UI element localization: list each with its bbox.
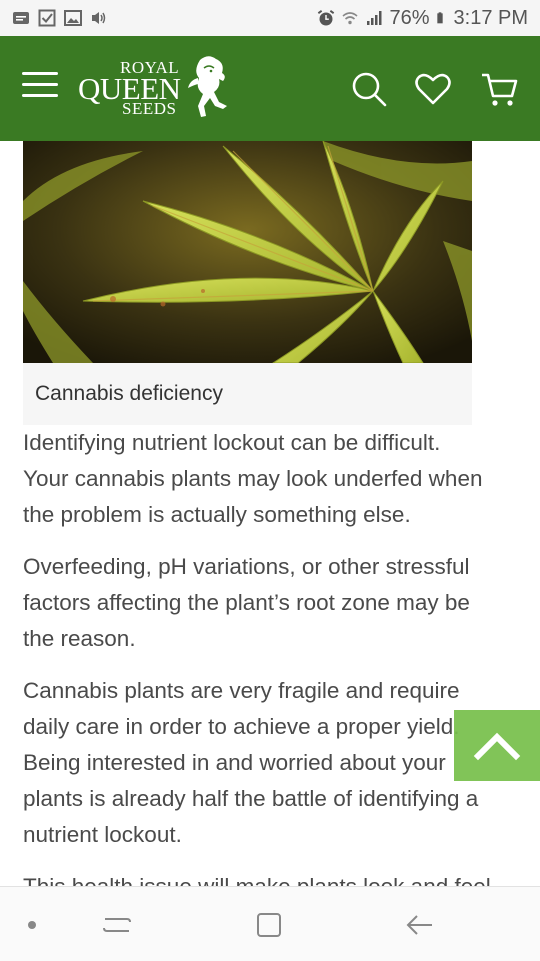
dot-icon[interactable] bbox=[12, 905, 52, 945]
paragraph-line: Identifying nutrient lockout can be diff… bbox=[23, 430, 441, 455]
battery-icon bbox=[436, 12, 443, 24]
menu-icon[interactable] bbox=[22, 70, 58, 100]
search-icon[interactable] bbox=[350, 70, 388, 108]
signal-icon bbox=[367, 11, 382, 25]
cannabis-leaf-image bbox=[23, 141, 472, 363]
paragraph-line: the reason. bbox=[23, 626, 136, 651]
scroll-to-top-button[interactable] bbox=[454, 710, 540, 781]
lion-icon bbox=[188, 56, 227, 117]
paragraph-line: This health issue will make plants look … bbox=[23, 874, 491, 886]
paragraph-1: Identifying nutrient lockout can be diff… bbox=[23, 425, 523, 533]
system-nav-bar bbox=[0, 886, 540, 961]
paragraph-line: factors affecting the plant’s root zone … bbox=[23, 590, 470, 615]
volume-icon bbox=[92, 12, 106, 24]
battery-percent: 76% bbox=[389, 6, 430, 29]
paragraph-3: Cannabis plants are very fragile and req… bbox=[23, 673, 523, 853]
paragraph-line: Your cannabis plants may look underfed w… bbox=[23, 466, 483, 491]
heart-icon[interactable] bbox=[414, 70, 452, 108]
paragraph-line: the problem is actually something else. bbox=[23, 502, 411, 527]
paragraph-line: plants is already half the battle of ide… bbox=[23, 786, 479, 811]
checkbox-icon bbox=[38, 9, 56, 27]
status-bar: 76% 3:17 PM bbox=[0, 0, 540, 36]
cart-icon[interactable] bbox=[480, 70, 518, 108]
wifi-icon bbox=[342, 12, 359, 25]
back-icon[interactable] bbox=[400, 905, 440, 945]
royal-queen-seeds-logo[interactable]: ROYAL QUEEN SEEDS bbox=[78, 54, 233, 122]
paragraph-line: Overfeeding, pH variations, or other str… bbox=[23, 554, 470, 579]
paragraph-4: This health issue will make plants look … bbox=[23, 869, 523, 886]
alarm-icon bbox=[318, 10, 335, 26]
paragraph-line: daily care in order to achieve a proper … bbox=[23, 714, 460, 739]
app-header: ROYAL QUEEN SEEDS bbox=[0, 36, 540, 141]
clock: 3:17 PM bbox=[453, 6, 528, 29]
chevron-up-icon bbox=[473, 732, 521, 761]
logo-seeds: SEEDS bbox=[122, 99, 177, 118]
image-caption-box: Cannabis deficiency bbox=[23, 363, 472, 425]
gallery-icon bbox=[64, 10, 82, 26]
image-caption: Cannabis deficiency bbox=[35, 382, 223, 405]
sms-icon bbox=[13, 12, 29, 24]
paragraph-2: Overfeeding, pH variations, or other str… bbox=[23, 549, 523, 657]
paragraph-line: Cannabis plants are very fragile and req… bbox=[23, 678, 460, 703]
paragraph-line: Being interested in and worried about yo… bbox=[23, 750, 446, 775]
paragraph-line: nutrient lockout. bbox=[23, 822, 182, 847]
recent-apps-icon[interactable] bbox=[97, 905, 137, 945]
home-icon[interactable] bbox=[249, 905, 289, 945]
